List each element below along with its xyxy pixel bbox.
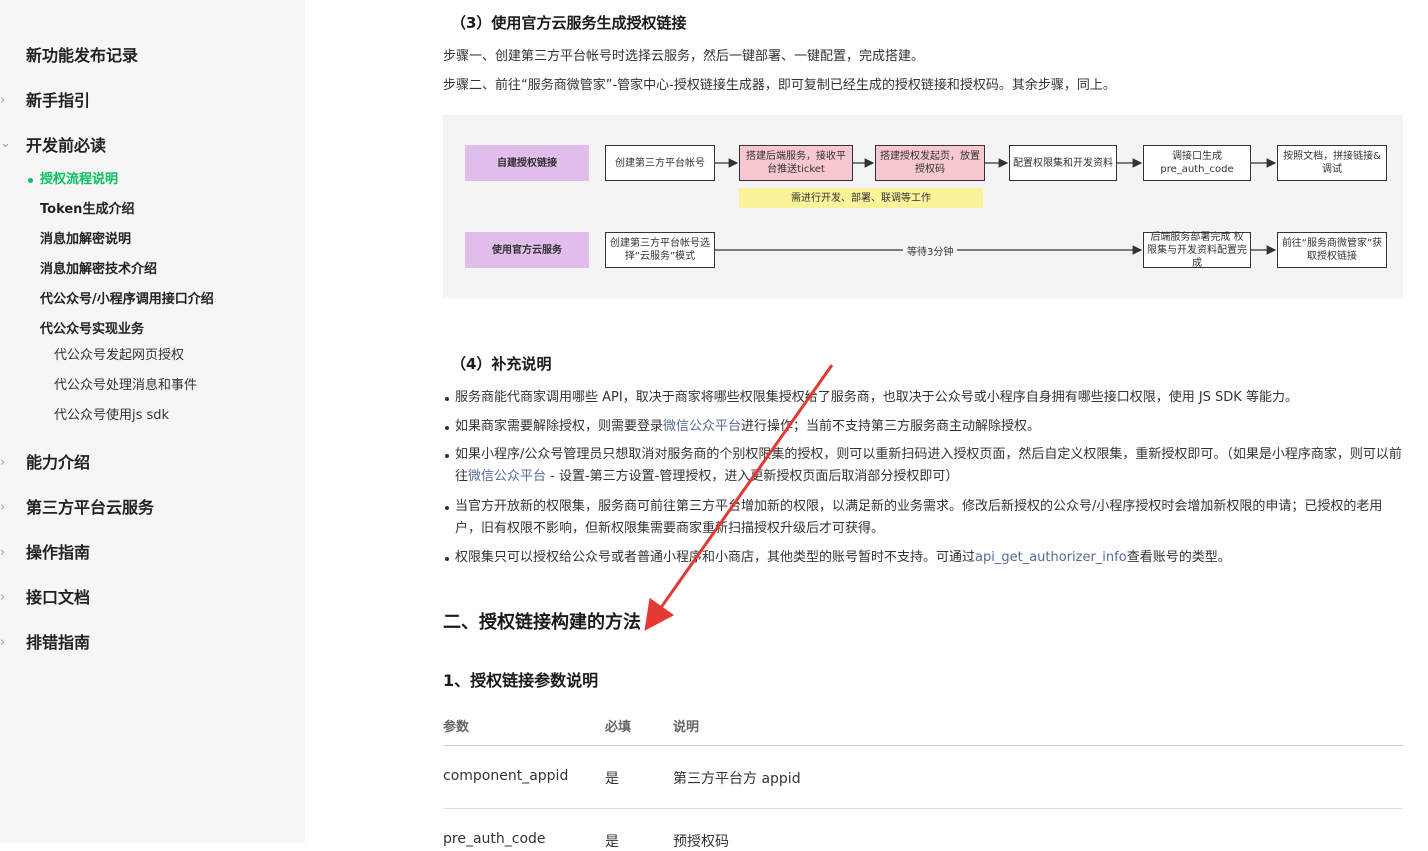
flow-label-cloud: 使用官方云服务	[465, 232, 589, 268]
table-cell: component_appid	[443, 768, 569, 784]
table-header-desc: 说明	[673, 720, 700, 735]
flow-box: 创建第三方平台帐号	[605, 145, 715, 181]
flow-box: 搭建后端服务，接收平台推送ticket	[739, 145, 853, 181]
flow-label-self-build: 自建授权链接	[465, 145, 589, 181]
list-item: 服务商能代商家调用哪些 API，取决于商家将哪些权限集授权给了服务商，也取决于公…	[445, 387, 1403, 409]
chevron-right-icon[interactable]: ›	[0, 543, 5, 563]
sidebar-item-release-notes[interactable]: 新功能发布记录	[26, 46, 138, 66]
table-cell: 是	[605, 771, 619, 787]
step1-text: 步骤一、创建第三方平台帐号时选择云服务，然后一键部署、一键配置，完成搭建。	[443, 49, 925, 64]
sidebar-subitem-proxy-api[interactable]: 代公众号/小程序调用接口介绍	[40, 291, 214, 309]
list-item: 如果小程序/公众号管理员只想取消对服务商的个别权限集的授权，则可以重新扫码进入授…	[445, 444, 1403, 488]
sidebar-item-api-docs[interactable]: 接口文档	[26, 588, 90, 608]
main-content: （3）使用官方云服务生成授权链接 步骤一、创建第三方平台帐号时选择云服务，然后一…	[443, 0, 1403, 850]
params-heading: 1、授权链接参数说明	[443, 671, 599, 690]
section4-title: （4）补充说明	[451, 355, 552, 373]
sidebar-subitem-encrypt-tech[interactable]: 消息加解密技术介绍	[40, 261, 157, 279]
table-header-param: 参数	[443, 720, 470, 735]
sidebar-subitem-encrypt-desc[interactable]: 消息加解密说明	[40, 231, 131, 249]
list-item: 当官方开放新的权限集，服务商可前往第三方平台增加新的权限，以满足新的业务需求。修…	[445, 496, 1403, 540]
sidebar: 新功能发布记录 › 新手指引 ⌄ 开发前必读 授权流程说明 Token生成介绍 …	[0, 0, 305, 843]
wechat-platform-link[interactable]: 微信公众平台	[468, 469, 546, 484]
sidebar-item-operation-guide[interactable]: 操作指南	[26, 543, 90, 563]
list-item: 如果商家需要解除授权，则需要登录微信公众平台进行操作；当前不支持第三方服务商主动…	[445, 416, 1403, 438]
flow-box: 按照文档，拼接链接&调试	[1277, 145, 1387, 181]
flow-box: 创建第三方平台帐号选择“云服务”模式	[605, 232, 715, 268]
table-cell: 第三方平台方 appid	[673, 771, 801, 787]
flow-box: 配置权限集和开发资料	[1009, 145, 1117, 181]
chevron-down-icon[interactable]: ⌄	[0, 134, 11, 154]
section2-heading: 二、授权链接构建的方法	[443, 612, 641, 633]
list-item: 权限集只可以授权给公众号或者普通小程序和小商店，其他类型的账号暂时不支持。可通过…	[445, 547, 1403, 569]
table-divider	[443, 808, 1403, 809]
sidebar-subitem-auth-flow[interactable]: 授权流程说明	[40, 171, 118, 189]
sidebar-subitem-token[interactable]: Token生成介绍	[40, 201, 134, 219]
table-cell: 是	[605, 834, 619, 850]
step2-text: 步骤二、前往“服务商微管家”-管家中心-授权链接生成器，即可复制已经生成的授权链…	[443, 78, 1116, 93]
sidebar-subsubitem-jssdk[interactable]: 代公众号使用js sdk	[54, 407, 169, 425]
chevron-right-icon[interactable]: ›	[0, 588, 5, 608]
wechat-platform-link[interactable]: 微信公众平台	[663, 419, 741, 434]
sidebar-item-cloud-service[interactable]: 第三方平台云服务	[26, 498, 154, 518]
chevron-right-icon[interactable]: ›	[0, 453, 5, 473]
sidebar-subsubitem-messages[interactable]: 代公众号处理消息和事件	[54, 377, 197, 395]
chevron-right-icon[interactable]: ›	[0, 498, 5, 518]
table-cell: pre_auth_code	[443, 831, 546, 847]
flow-wait-label: 等待3分钟	[903, 243, 958, 258]
sidebar-item-capabilities[interactable]: 能力介绍	[26, 453, 90, 473]
table-header-required: 必填	[605, 720, 632, 735]
api-get-authorizer-info-link[interactable]: api_get_authorizer_info	[975, 550, 1127, 565]
flow-box: 前往“服务商微管家”获取授权链接	[1277, 232, 1387, 268]
table-divider	[443, 745, 1403, 746]
sidebar-subitem-proxy-business[interactable]: 代公众号实现业务	[40, 321, 144, 339]
active-indicator-dot	[28, 178, 33, 183]
flow-box: 搭建授权发起页，放置授权码	[875, 145, 985, 181]
sidebar-item-must-read[interactable]: 开发前必读	[26, 136, 106, 156]
table-cell: 预授权码	[673, 834, 729, 850]
flow-note: 需进行开发、部署、联调等工作	[739, 188, 983, 208]
chevron-right-icon[interactable]: ›	[0, 633, 5, 653]
sidebar-item-troubleshoot[interactable]: 排错指南	[26, 633, 90, 653]
section3-title: （3）使用官方云服务生成授权链接	[451, 14, 687, 32]
flow-box: 调接口生成 pre_auth_code	[1143, 145, 1251, 181]
sidebar-item-beginner-guide[interactable]: 新手指引	[26, 91, 90, 111]
sidebar-subsubitem-web-auth[interactable]: 代公众号发起网页授权	[54, 347, 184, 365]
flow-box: 后端服务部署完成 权限集与开发资料配置完成	[1143, 232, 1251, 269]
chevron-right-icon[interactable]: ›	[0, 91, 5, 111]
auth-flow-diagram: 自建授权链接 创建第三方平台帐号 搭建后端服务，接收平台推送ticket 搭建授…	[443, 115, 1403, 298]
